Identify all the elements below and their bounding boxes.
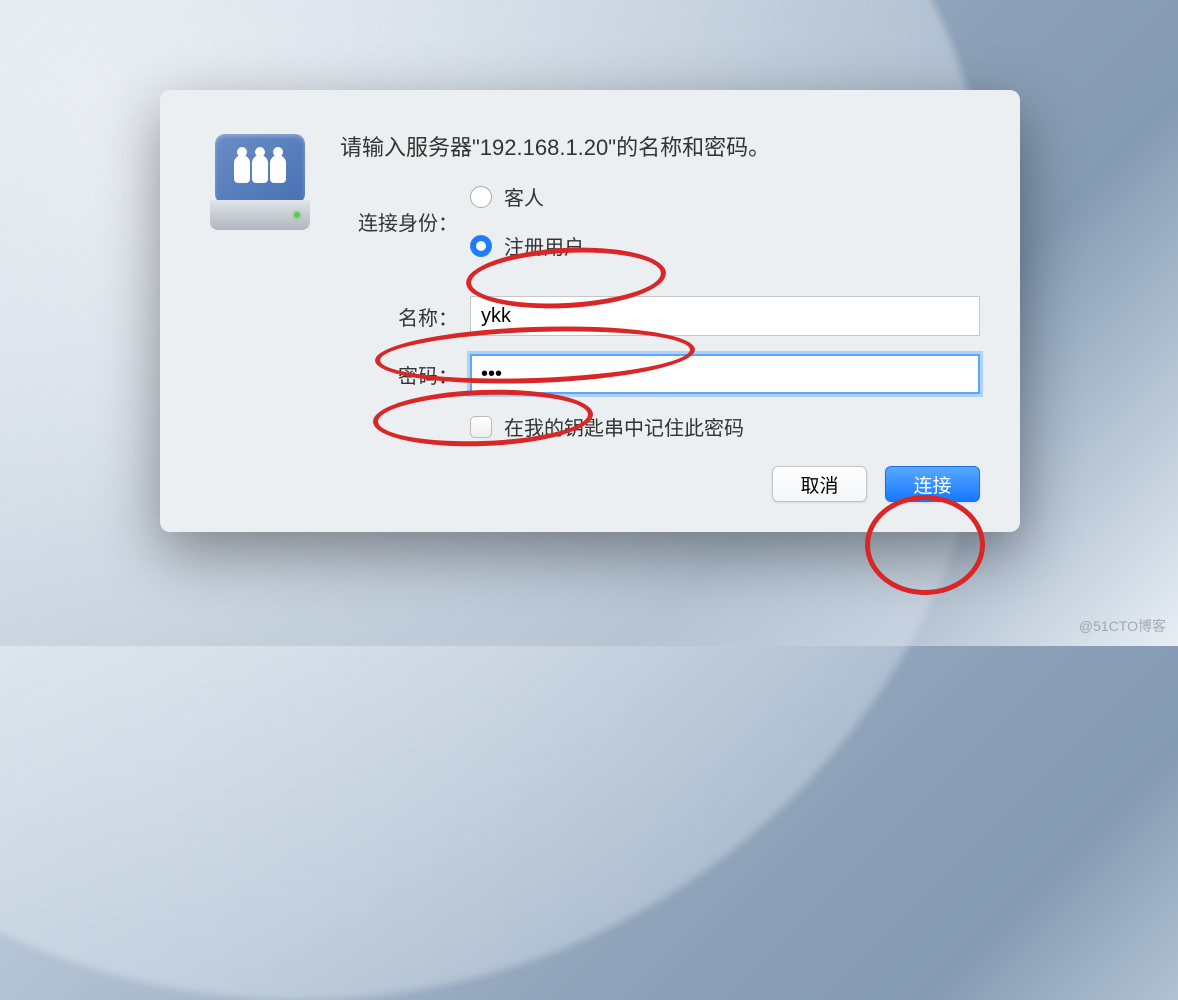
cancel-button[interactable]: 取消	[772, 466, 867, 502]
dialog-prompt: 请输入服务器"192.168.1.20"的名称和密码。	[340, 130, 980, 162]
login-dialog: 请输入服务器"192.168.1.20"的名称和密码。 连接身份： 客人 注册用…	[160, 90, 1020, 532]
radio-registered-input[interactable]	[470, 235, 492, 257]
radio-guest-input[interactable]	[470, 186, 492, 208]
name-label: 名称：	[340, 302, 470, 331]
connect-button[interactable]: 连接	[885, 466, 980, 502]
remember-checkbox[interactable]	[470, 416, 492, 438]
server-share-icon	[200, 130, 320, 244]
radio-registered-label: 注册用户	[504, 231, 584, 260]
password-label: 密码：	[340, 360, 470, 389]
remember-label: 在我的钥匙串中记住此密码	[504, 412, 744, 441]
radio-registered[interactable]: 注册用户	[470, 231, 584, 260]
watermark: @51CTO博客	[1079, 616, 1166, 636]
radio-guest-label: 客人	[504, 182, 544, 211]
password-input[interactable]	[470, 354, 980, 394]
name-input[interactable]	[470, 296, 980, 336]
identity-label: 连接身份：	[340, 207, 470, 236]
radio-guest[interactable]: 客人	[470, 182, 584, 211]
